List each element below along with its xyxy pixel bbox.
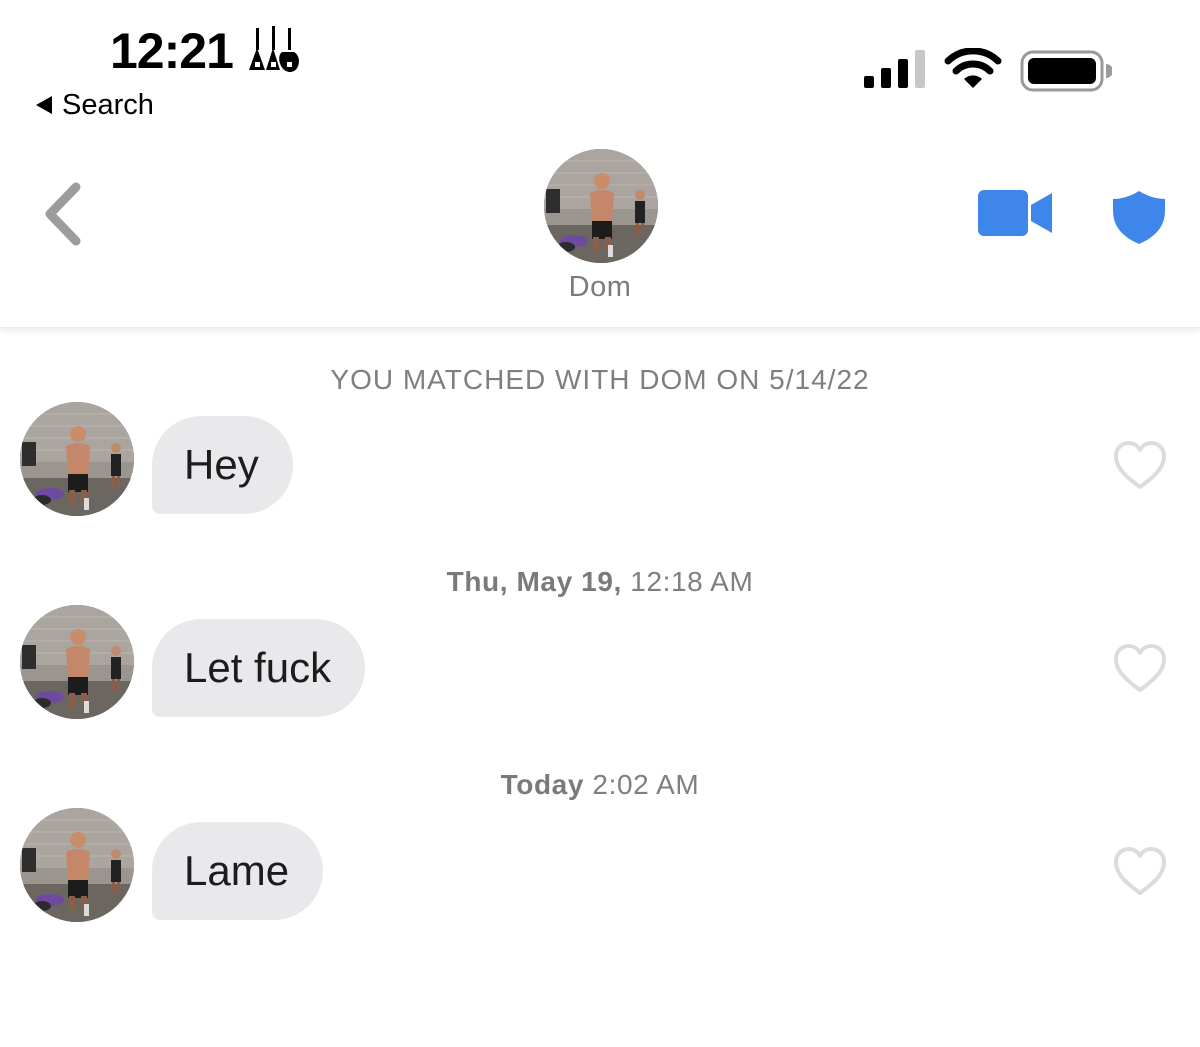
back-to-app-label: Search — [62, 88, 154, 121]
back-chevron-icon[interactable] — [38, 179, 88, 249]
separator-day: Thu, May 19, — [446, 566, 622, 597]
sender-avatar[interactable] — [20, 402, 134, 516]
heart-outline-icon[interactable] — [1112, 643, 1168, 695]
chat-header: Dom — [0, 135, 1200, 328]
separator-time: 12:18 AM — [630, 566, 754, 597]
timestamp-separator: Thu, May 19, 12:18 AM — [0, 566, 1200, 598]
video-call-icon[interactable] — [976, 187, 1054, 239]
timestamp-separator: Today 2:02 AM — [0, 769, 1200, 801]
message-row: Lame — [0, 808, 1200, 924]
avatar-photo — [544, 149, 658, 263]
guitars-icon — [249, 26, 299, 72]
separator-time: 2:02 AM — [592, 769, 700, 800]
wifi-icon — [944, 48, 1002, 88]
message-bubble[interactable]: Let fuck — [152, 619, 366, 717]
status-time: 12:21 — [110, 23, 234, 79]
back-to-app-link[interactable]: Search — [36, 86, 154, 124]
message-row: Let fuck — [0, 605, 1200, 721]
message-bubble[interactable]: Hey — [152, 416, 293, 514]
cellular-signal-icon — [864, 50, 925, 88]
back-triangle-icon — [36, 96, 52, 114]
match-note: YOU MATCHED WITH DOM ON 5/14/22 — [330, 364, 870, 395]
sender-avatar[interactable] — [20, 605, 134, 719]
separator-day: Today — [500, 769, 585, 800]
match-avatar[interactable] — [544, 149, 658, 263]
battery-icon — [1020, 50, 1112, 92]
message-bubble[interactable]: Lame — [152, 822, 324, 920]
heart-outline-icon[interactable] — [1112, 846, 1168, 898]
match-name: Dom — [568, 271, 632, 303]
message-row: Hey — [0, 402, 1200, 518]
heart-outline-icon[interactable] — [1112, 440, 1168, 492]
safety-shield-icon[interactable] — [1110, 189, 1168, 245]
sender-avatar[interactable] — [20, 808, 134, 922]
